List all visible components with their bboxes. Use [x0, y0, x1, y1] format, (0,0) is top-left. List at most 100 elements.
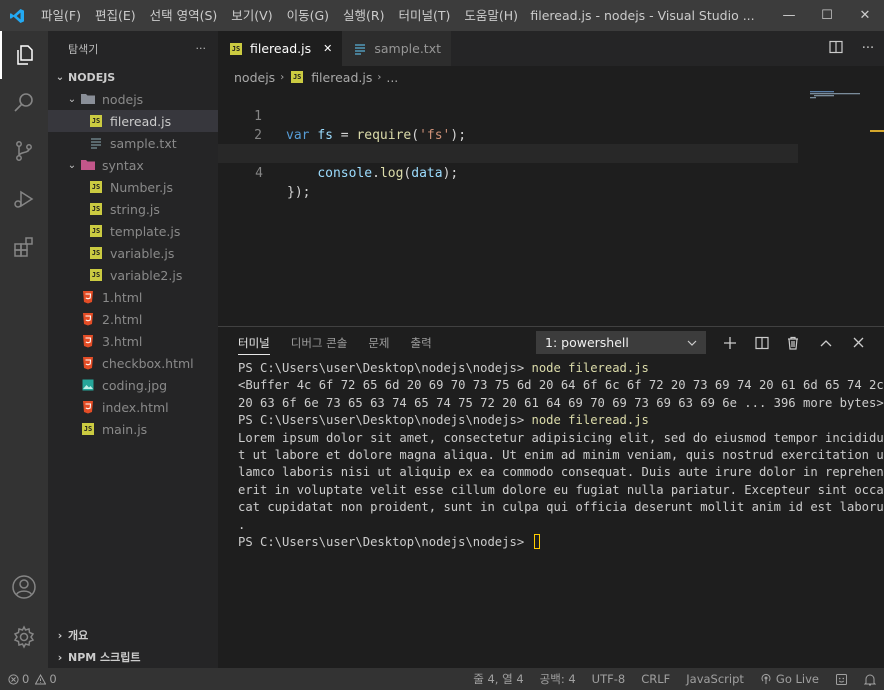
tree-file-3html[interactable]: 3.html	[48, 330, 218, 352]
maximize-panel-icon[interactable]	[812, 331, 840, 354]
go-live-button[interactable]: Go Live	[752, 672, 827, 686]
tree-file-variable[interactable]: JS variable.js	[48, 242, 218, 264]
tree-folder-syntax[interactable]: ⌄ syntax	[48, 154, 218, 176]
code-line-3: 3 console.log(data);	[254, 147, 459, 181]
npm-scripts-section[interactable]: › NPM 스크립트	[48, 646, 218, 668]
settings-gear-icon[interactable]	[0, 613, 48, 661]
code-line-1: 1 var fs = require('fs');	[254, 109, 467, 143]
tree-file-template[interactable]: JS template.js	[48, 220, 218, 242]
menu-run[interactable]: 실행(R)	[336, 0, 391, 31]
close-window-button[interactable]: ✕	[846, 0, 884, 31]
menu-bar: 파일(F) 편집(E) 선택 영역(S) 보기(V) 이동(G) 실행(R) 터…	[34, 0, 525, 31]
extensions-icon[interactable]	[0, 223, 48, 271]
breadcrumb-file[interactable]: fileread.js	[311, 70, 372, 85]
tree-folder-nodejs[interactable]: ⌄ nodejs	[48, 88, 218, 110]
broadcast-icon	[761, 673, 771, 684]
folder-icon	[80, 91, 96, 107]
window-title: fileread.js - nodejs - Visual Studio ...	[530, 8, 755, 23]
tree-file-coding-jpg[interactable]: coding.jpg	[48, 374, 218, 396]
javascript-file-icon: JS	[90, 203, 102, 215]
explorer-sidebar: 탐색기 ··· ⌄ NODEJS ⌄ nodejs JS fileread.js…	[48, 31, 218, 668]
chevron-down-icon: ⌄	[55, 71, 65, 83]
tree-file-fileread[interactable]: JS fileread.js	[48, 110, 218, 132]
menu-go[interactable]: 이동(G)	[280, 0, 336, 31]
html-file-icon	[80, 311, 96, 327]
new-terminal-icon[interactable]	[716, 331, 744, 354]
split-editor-icon[interactable]	[820, 40, 852, 58]
tab-terminal[interactable]: 터미널	[238, 327, 270, 359]
terminal-cursor	[533, 534, 540, 550]
vscode-logo-icon	[0, 0, 34, 31]
menu-view[interactable]: 보기(V)	[224, 0, 279, 31]
tree-file-sample[interactable]: sample.txt	[48, 132, 218, 154]
code-editor[interactable]: 1 var fs = require('fs'); 2 fs.readFile(…	[218, 88, 884, 326]
terminal-line: Lorem ipsum dolor sit amet, consectetur …	[238, 430, 884, 445]
split-terminal-icon[interactable]	[748, 331, 776, 354]
minimap[interactable]	[810, 88, 870, 99]
html-file-icon	[80, 333, 96, 349]
menu-help[interactable]: 도움말(H)	[457, 0, 525, 31]
tree-file-main[interactable]: JS main.js	[48, 418, 218, 440]
run-debug-icon[interactable]	[0, 175, 48, 223]
tab-debug-console[interactable]: 디버그 콘솔	[291, 327, 348, 359]
indentation[interactable]: 공백: 4	[532, 671, 584, 687]
status-bar: 0 0 줄 4, 열 4 공백: 4 UTF-8 CRLF JavaScript…	[0, 668, 884, 690]
tree-file-2html[interactable]: 2.html	[48, 308, 218, 330]
account-icon[interactable]	[0, 563, 48, 611]
terminal-line: <Buffer 4c 6f 72 65 6d 20 69 70 73 75 6d…	[238, 378, 884, 393]
problems-status[interactable]: 0 0	[8, 672, 65, 686]
feedback-icon[interactable]	[827, 673, 856, 686]
menu-selection[interactable]: 선택 영역(S)	[143, 0, 225, 31]
breadcrumb: nodejs › JS fileread.js › ...	[218, 66, 884, 88]
menu-edit[interactable]: 편집(E)	[88, 0, 143, 31]
outline-section[interactable]: › 개요	[48, 624, 218, 646]
tree-file-number[interactable]: JS Number.js	[48, 176, 218, 198]
menu-file[interactable]: 파일(F)	[34, 0, 88, 31]
terminal-line: erit in voluptate velit esse cillum dolo…	[238, 482, 884, 497]
chevron-right-icon: ›	[377, 71, 382, 83]
chevron-right-icon: ›	[57, 628, 63, 642]
breadcrumb-symbol[interactable]: ...	[386, 70, 398, 85]
tab-output[interactable]: 출력	[410, 327, 431, 359]
javascript-file-icon: JS	[291, 71, 304, 83]
breadcrumb-folder[interactable]: nodejs	[234, 70, 275, 85]
terminal-line: t ut labore et dolore magna aliqua. Ut e…	[238, 448, 884, 463]
terminal-select[interactable]: 1: powershell	[536, 331, 706, 354]
tab-problems[interactable]: 문제	[368, 327, 389, 359]
chevron-right-icon: ›	[57, 650, 63, 664]
terminal-output[interactable]: PS C:\Users\user\Desktop\nodejs\nodejs> …	[238, 360, 884, 551]
tab-sample[interactable]: sample.txt	[342, 31, 451, 66]
tree-file-index[interactable]: index.html	[48, 396, 218, 418]
line-ending[interactable]: CRLF	[633, 672, 678, 686]
language-mode[interactable]: JavaScript	[678, 672, 752, 686]
chevron-right-icon: ›	[280, 71, 285, 83]
tree-file-variable2[interactable]: JS variable2.js	[48, 264, 218, 286]
workspace-root[interactable]: ⌄ NODEJS	[48, 66, 218, 88]
tree-file-string[interactable]: JS string.js	[48, 198, 218, 220]
terminal-line: .	[238, 517, 246, 532]
search-icon[interactable]	[0, 79, 48, 127]
text-file-icon	[88, 135, 104, 151]
tree-file-1html[interactable]: 1.html	[48, 286, 218, 308]
trash-icon[interactable]	[779, 331, 807, 354]
more-actions-icon[interactable]: ···	[852, 41, 884, 56]
minimize-button[interactable]: —	[770, 0, 808, 31]
explorer-icon[interactable]	[0, 31, 48, 79]
close-panel-icon[interactable]	[844, 331, 872, 354]
javascript-file-icon: JS	[82, 423, 94, 435]
menu-terminal[interactable]: 터미널(T)	[392, 0, 458, 31]
tab-fileread[interactable]: JS fileread.js ✕	[218, 31, 343, 66]
tree-file-checkbox[interactable]: checkbox.html	[48, 352, 218, 374]
encoding[interactable]: UTF-8	[584, 672, 634, 686]
source-control-icon[interactable]	[0, 127, 48, 175]
maximize-button[interactable]: ☐	[808, 0, 846, 31]
more-actions-icon[interactable]: ···	[196, 42, 207, 55]
cursor-position[interactable]: 줄 4, 열 4	[465, 671, 531, 687]
notifications-bell-icon[interactable]	[856, 673, 884, 686]
chevron-down-icon	[687, 340, 697, 346]
html-file-icon	[80, 355, 96, 371]
chevron-down-icon: ⌄	[67, 159, 77, 171]
close-tab-icon[interactable]: ✕	[323, 42, 332, 55]
javascript-file-icon: JS	[90, 225, 102, 237]
javascript-file-icon: JS	[90, 269, 102, 281]
